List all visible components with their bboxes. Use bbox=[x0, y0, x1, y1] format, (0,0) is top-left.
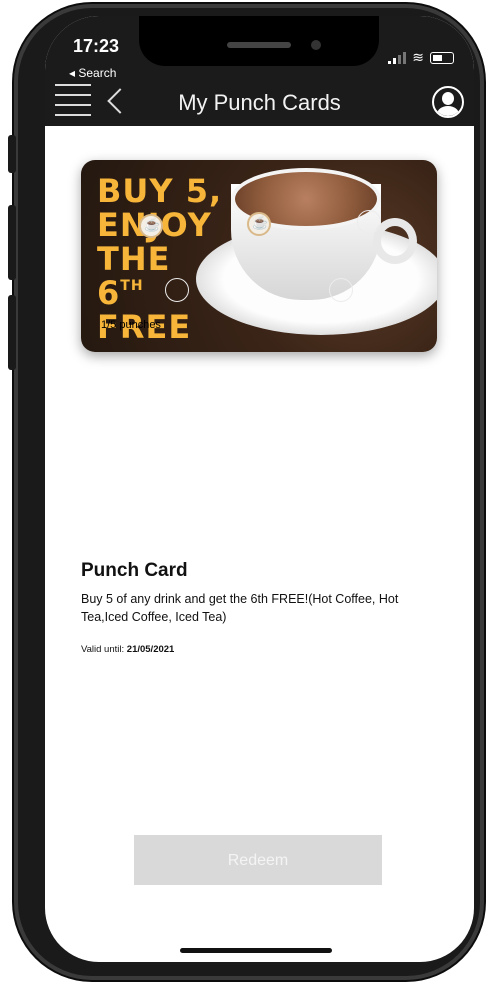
punch-slot-filled bbox=[139, 214, 163, 238]
mute-switch bbox=[8, 135, 16, 173]
valid-until-label: Valid until: bbox=[81, 644, 125, 655]
volume-up-button bbox=[8, 205, 16, 280]
promo-line-1: BUY 5, bbox=[97, 172, 223, 210]
signal-icon bbox=[388, 51, 407, 64]
camera bbox=[311, 40, 321, 50]
punch-slot-empty bbox=[357, 210, 381, 234]
promo-line-3: THE bbox=[97, 240, 171, 278]
avatar-icon[interactable] bbox=[432, 86, 464, 118]
status-icons: ≋ bbox=[388, 49, 454, 66]
punch-card-image: BUY 5, ENJOY THE 6TH FREE 1/5 punches bbox=[81, 160, 437, 352]
battery-icon bbox=[430, 51, 454, 64]
punch-slot-empty bbox=[329, 278, 353, 302]
volume-down-button bbox=[8, 295, 16, 370]
status-and-nav-bar: 17:23 ◂ Search ≋ My Punch Cards bbox=[45, 16, 474, 126]
card-description: Buy 5 of any drink and get the 6th FREE!… bbox=[81, 592, 399, 624]
valid-until-date: 21/05/2021 bbox=[126, 644, 175, 655]
valid-until: Valid until: 21/05/2021 bbox=[81, 644, 174, 655]
back-to-search-link[interactable]: ◂ Search bbox=[69, 66, 116, 80]
punch-slot-empty bbox=[165, 278, 189, 302]
promo-line-4: 6TH bbox=[97, 274, 144, 312]
speaker bbox=[227, 42, 291, 48]
home-indicator[interactable] bbox=[180, 948, 332, 953]
status-time: 17:23 bbox=[73, 36, 120, 56]
wifi-icon: ≋ bbox=[412, 49, 424, 65]
card-title: Punch Card bbox=[81, 560, 188, 581]
punch-slot-filled bbox=[247, 212, 271, 236]
page-title: My Punch Cards bbox=[178, 90, 341, 115]
app-screen: 17:23 ◂ Search ≋ My Punch Cards BUY 5, E… bbox=[45, 16, 474, 962]
punch-count-label: 1/5 punches bbox=[101, 319, 161, 331]
notch bbox=[139, 16, 379, 66]
redeem-button[interactable]: Redeem bbox=[134, 835, 382, 885]
